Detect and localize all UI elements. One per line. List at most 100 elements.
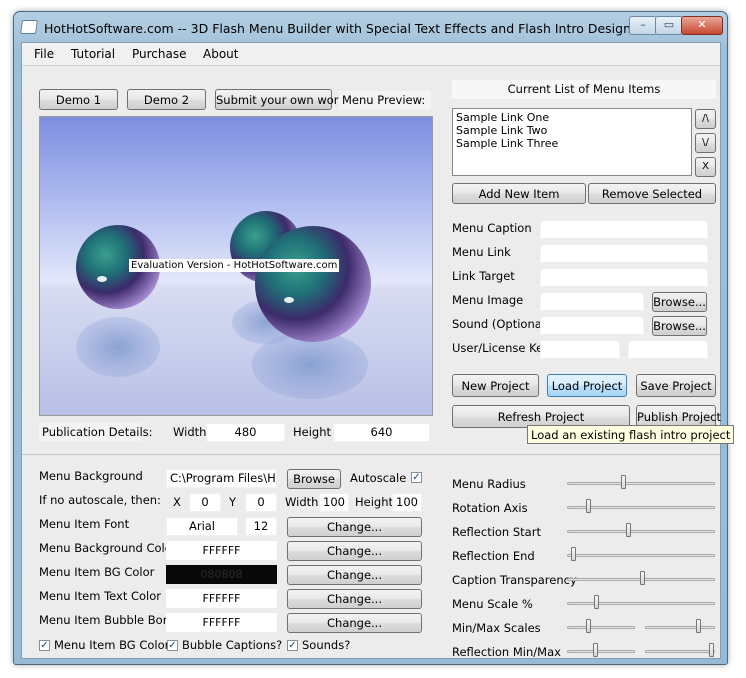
title-bar[interactable]: HotHotSoftware.com -- 3D Flash Menu Buil… xyxy=(14,12,727,42)
add-new-item-button[interactable]: Add New Item xyxy=(452,183,586,204)
menu-image-input[interactable] xyxy=(540,292,644,311)
menu-caption-input[interactable] xyxy=(540,220,708,239)
change-text-color-button[interactable]: Change... xyxy=(287,589,422,609)
submit-work-button[interactable]: Submit your own work! xyxy=(215,89,350,110)
remove-selected-button[interactable]: Remove Selected xyxy=(588,183,716,204)
slider-thumb[interactable] xyxy=(640,571,645,585)
slider-min-max-scales-min[interactable] xyxy=(567,617,635,637)
pub-width-label: Width xyxy=(173,425,207,439)
menu-purchase[interactable]: Purchase xyxy=(132,47,187,61)
reflection-1 xyxy=(76,317,160,377)
x-input[interactable]: 0 xyxy=(189,493,221,512)
save-project-button[interactable]: Save Project xyxy=(636,374,716,397)
list-item[interactable]: Sample Link Three xyxy=(456,137,688,150)
slider-reflection-start[interactable] xyxy=(567,521,715,541)
minimize-button[interactable]: – xyxy=(629,16,657,35)
slider-rotation-axis[interactable] xyxy=(567,497,715,517)
slider-thumb[interactable] xyxy=(696,619,701,633)
slider-thumb[interactable] xyxy=(626,523,631,537)
client-area: File Tutorial Purchase About Demo 1 Demo… xyxy=(21,42,735,661)
slider-track xyxy=(645,650,715,653)
user-input[interactable] xyxy=(540,340,620,359)
slider-label: Caption Transparency xyxy=(452,573,577,587)
menu-items-list[interactable]: Sample Link One Sample Link Two Sample L… xyxy=(452,108,692,176)
slider-track xyxy=(567,554,715,557)
menu-link-input[interactable] xyxy=(540,244,708,263)
list-item[interactable]: Sample Link Two xyxy=(456,124,688,137)
load-project-button[interactable]: Load Project xyxy=(547,374,627,397)
demo1-button[interactable]: Demo 1 xyxy=(39,89,118,110)
move-up-button[interactable]: /\ xyxy=(695,109,716,129)
sound-browse-button[interactable]: Browse... xyxy=(652,316,707,336)
slider-label: Menu Radius xyxy=(452,477,526,491)
change-item-bg-color-button[interactable]: Change... xyxy=(287,565,422,585)
bubble-border-swatch: FFFFFF xyxy=(166,613,277,632)
restore-button[interactable]: ▭ xyxy=(655,16,683,35)
evaluation-watermark: Evaluation Version - HotHotSoftware.com xyxy=(129,259,340,272)
menu-tutorial[interactable]: Tutorial xyxy=(71,47,115,61)
sound-input[interactable] xyxy=(540,316,644,335)
slider-reflection-min-max-min[interactable] xyxy=(567,641,635,661)
item-bg-color-checkbox[interactable]: ✓ xyxy=(39,640,50,651)
slider-label: Reflection End xyxy=(452,549,535,563)
slider-thumb[interactable] xyxy=(594,595,599,609)
sphere-3 xyxy=(255,226,371,342)
menu-preview-label: Menu Preview: xyxy=(339,91,431,109)
slider-thumb[interactable] xyxy=(709,643,714,657)
scale-width-input[interactable]: 100 xyxy=(319,493,349,512)
close-button[interactable]: ✕ xyxy=(681,16,723,35)
license-key-input[interactable] xyxy=(628,340,708,359)
font-size-input[interactable]: 12 xyxy=(245,517,277,536)
load-project-tooltip: Load an existing flash intro project xyxy=(527,425,735,444)
change-font-button[interactable]: Change... xyxy=(287,517,422,537)
bubble-border-label: Menu Item Bubble Border xyxy=(39,613,187,627)
slider-reflection-min-max-max[interactable] xyxy=(645,641,715,661)
sounds-checkbox[interactable]: ✓ xyxy=(287,640,298,651)
demo2-button[interactable]: Demo 2 xyxy=(127,89,206,110)
sounds-label: Sounds? xyxy=(302,638,351,652)
list-item[interactable]: Sample Link One xyxy=(456,111,688,124)
slider-thumb[interactable] xyxy=(571,547,576,561)
slider-track xyxy=(567,650,635,653)
bubble-captions-checkbox[interactable]: ✓ xyxy=(167,640,178,651)
slider-min-max-scales-max[interactable] xyxy=(645,617,715,637)
background-browse-button[interactable]: Browse xyxy=(287,469,341,489)
slider-menu-scale[interactable] xyxy=(567,593,715,613)
delete-item-button[interactable]: X xyxy=(695,157,716,177)
pub-height-input[interactable]: 640 xyxy=(333,423,430,442)
y-input[interactable]: 0 xyxy=(245,493,277,512)
slider-reflection-end[interactable] xyxy=(567,545,715,565)
menu-about[interactable]: About xyxy=(203,47,238,61)
menu-items-header: Current List of Menu Items xyxy=(452,80,716,99)
bubble-captions-label: Bubble Captions? xyxy=(182,638,283,652)
slider-thumb[interactable] xyxy=(586,499,591,513)
slider-menu-radius[interactable] xyxy=(567,473,715,493)
menu-item-font-label: Menu Item Font xyxy=(39,517,130,531)
slider-label: Menu Scale % xyxy=(452,597,533,611)
font-name-input[interactable]: Arial xyxy=(166,517,238,536)
new-project-button[interactable]: New Project xyxy=(452,374,539,397)
menu-background-input[interactable]: C:\Program Files\HotH xyxy=(166,469,277,488)
slider-thumb[interactable] xyxy=(621,475,626,489)
pub-height-label: Height xyxy=(293,425,332,439)
autoscale-checkbox[interactable]: ✓ xyxy=(411,472,422,483)
app-window: HotHotSoftware.com -- 3D Flash Menu Buil… xyxy=(13,11,735,665)
slider-caption-transparency[interactable] xyxy=(567,569,715,589)
slider-track xyxy=(567,602,715,605)
move-down-button[interactable]: \/ xyxy=(695,133,716,153)
menu-file[interactable]: File xyxy=(34,47,54,61)
change-border-color-button[interactable]: Change... xyxy=(287,613,422,633)
slider-track xyxy=(645,626,715,629)
y-label: Y xyxy=(229,495,237,509)
menu-preview[interactable]: Evaluation Version - HotHotSoftware.com xyxy=(39,116,433,416)
slider-thumb[interactable] xyxy=(593,643,598,657)
menu-link-label: Menu Link xyxy=(452,245,511,259)
x-label: X xyxy=(173,495,181,509)
item-text-color-swatch: FFFFFF xyxy=(166,589,277,608)
scale-height-input[interactable]: 100 xyxy=(392,493,422,512)
slider-thumb[interactable] xyxy=(586,619,591,633)
change-bg-color-button[interactable]: Change... xyxy=(287,541,422,561)
menu-image-browse-button[interactable]: Browse... xyxy=(652,292,707,312)
pub-width-input[interactable]: 480 xyxy=(206,423,285,442)
link-target-input[interactable] xyxy=(540,268,708,287)
